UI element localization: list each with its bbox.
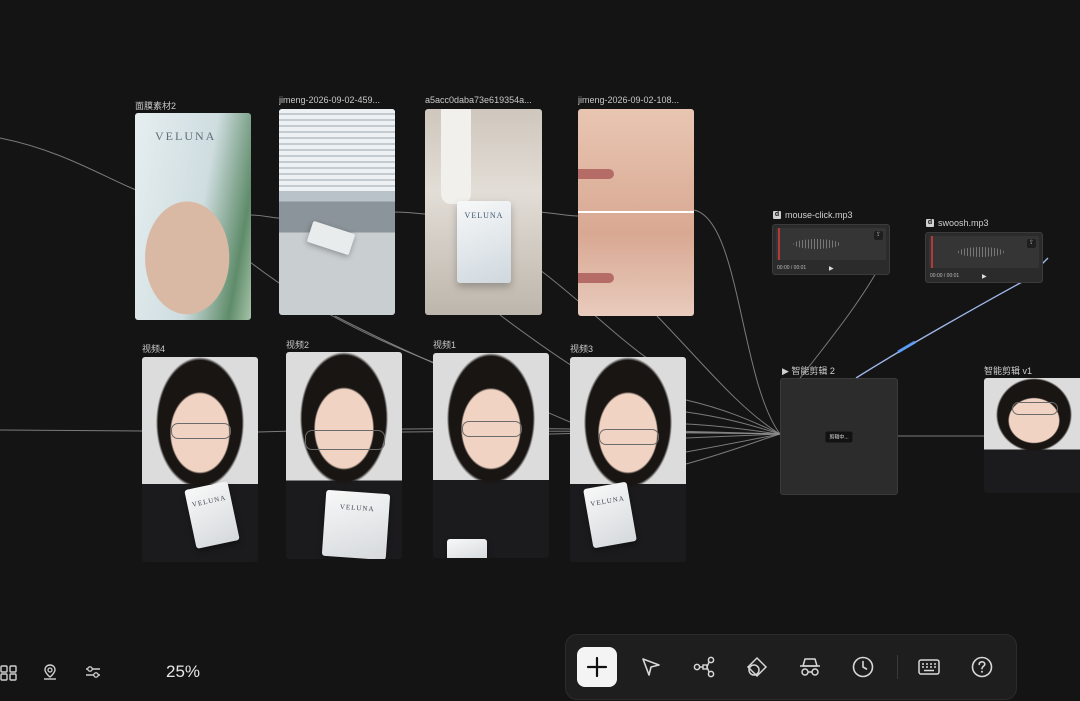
playhead	[931, 236, 933, 268]
clock-icon	[852, 656, 874, 678]
video-node-3[interactable]: VELUNA	[570, 357, 686, 562]
node-label: 视频4	[142, 344, 166, 354]
brand-text: VELUNA	[339, 502, 375, 514]
brand-text: VELUNA	[464, 211, 504, 220]
image-node-mask-material[interactable]: VELUNA	[135, 113, 251, 320]
audio-node-title: d mouse-click.mp3	[773, 210, 853, 220]
output-video-node[interactable]	[984, 378, 1080, 493]
mask-pack-image-detail: VELUNA	[457, 201, 511, 283]
audio-time: 00:00 / 00:01	[777, 265, 807, 271]
image-node-a5acc0[interactable]: VELUNA	[425, 109, 542, 315]
audio-file-icon: d	[773, 211, 781, 219]
brand-text: VELUNA	[589, 494, 626, 509]
keyboard-icon	[918, 659, 940, 675]
waveform-bars	[943, 244, 1019, 260]
audio-file-icon: d	[926, 219, 934, 227]
pointer-icon	[642, 658, 660, 676]
shapes-icon	[746, 656, 768, 678]
node-label: jimeng-2026-09-02-459...	[279, 95, 381, 105]
mask-pack-image-detail: VELUNA	[184, 481, 240, 549]
smart-cut-node[interactable]: 剪辑中...	[780, 378, 898, 495]
location-pin-icon[interactable]	[41, 663, 59, 681]
audio-node-title: d swoosh.mp3	[926, 218, 989, 228]
select-tool-button[interactable]	[631, 647, 671, 687]
audio-title-text: swoosh.mp3	[938, 218, 989, 228]
brand-text: VELUNA	[191, 493, 227, 509]
glasses-image-detail	[305, 430, 385, 450]
help-button[interactable]	[962, 647, 1002, 687]
node-label: 视频2	[286, 340, 310, 350]
image-divider	[578, 211, 694, 213]
node-label: 视频1	[433, 340, 457, 350]
shapes-tool-button[interactable]	[737, 647, 777, 687]
video-node-2[interactable]: VELUNA	[286, 352, 402, 559]
waveform-bars	[790, 236, 866, 252]
nodes-icon	[693, 656, 715, 678]
toolbar-divider	[897, 655, 898, 679]
playhead	[778, 228, 780, 260]
mask-pack-image-detail	[306, 220, 356, 256]
node-label: jimeng-2026-09-02-108...	[578, 95, 680, 105]
glasses-image-detail	[171, 423, 231, 439]
image-node-jimeng-108[interactable]	[578, 109, 694, 316]
play-icon[interactable]: ▶	[829, 265, 834, 272]
mask-pack-image-detail: VELUNA	[583, 481, 637, 549]
brand-text: VELUNA	[155, 129, 217, 143]
processing-status-badge: 剪辑中...	[825, 431, 853, 442]
mask-pack-image-detail	[447, 539, 487, 558]
incognito-tool-button[interactable]	[790, 647, 830, 687]
spy-icon	[800, 658, 820, 676]
history-tool-button[interactable]	[843, 647, 883, 687]
keyboard-shortcuts-button[interactable]	[909, 647, 949, 687]
face-image-detail	[578, 169, 614, 179]
node-label: a5acc0daba73e619354a...	[425, 95, 532, 105]
audio-node-mouse-click[interactable]: ⇪ 00:00 / 00:01 ▶	[772, 224, 890, 275]
waveform: ⇪	[929, 236, 1039, 268]
output-node-title: 智能剪辑 v1	[984, 366, 1033, 376]
audio-time: 00:00 / 00:01	[930, 273, 960, 279]
image-node-jimeng-459[interactable]	[279, 109, 395, 315]
towel-image-detail	[441, 109, 471, 204]
download-icon[interactable]: ⇪	[1027, 239, 1036, 248]
audio-title-text: mouse-click.mp3	[785, 210, 853, 220]
grid-icon[interactable]	[0, 664, 18, 682]
glasses-image-detail	[599, 429, 659, 445]
plus-icon	[586, 656, 608, 678]
bottom-toolbar	[565, 634, 1017, 700]
zoom-level[interactable]: 25%	[166, 662, 200, 682]
glasses-image-detail	[462, 421, 522, 437]
waveform: ⇪	[776, 228, 886, 260]
video-node-4[interactable]: VELUNA	[142, 357, 258, 562]
node-label: 视频3	[570, 344, 594, 354]
audio-node-swoosh[interactable]: ⇪ 00:00 / 00:01 ▶	[925, 232, 1043, 283]
video-node-1[interactable]	[433, 353, 549, 558]
download-icon[interactable]: ⇪	[874, 231, 883, 240]
add-button[interactable]	[577, 647, 617, 687]
sliders-icon[interactable]	[84, 663, 102, 681]
node-label: 面膜素材2	[135, 101, 177, 111]
mask-pack-image-detail: VELUNA	[321, 489, 391, 559]
workflow-tool-button[interactable]	[684, 647, 724, 687]
help-icon	[971, 656, 993, 678]
face-image-detail	[578, 273, 614, 283]
blinds-image-detail	[279, 109, 395, 192]
glasses-image-detail	[1012, 402, 1058, 415]
play-icon[interactable]: ▶	[982, 273, 987, 280]
smart-cut-title: ▶ 智能剪辑 2	[782, 366, 835, 376]
